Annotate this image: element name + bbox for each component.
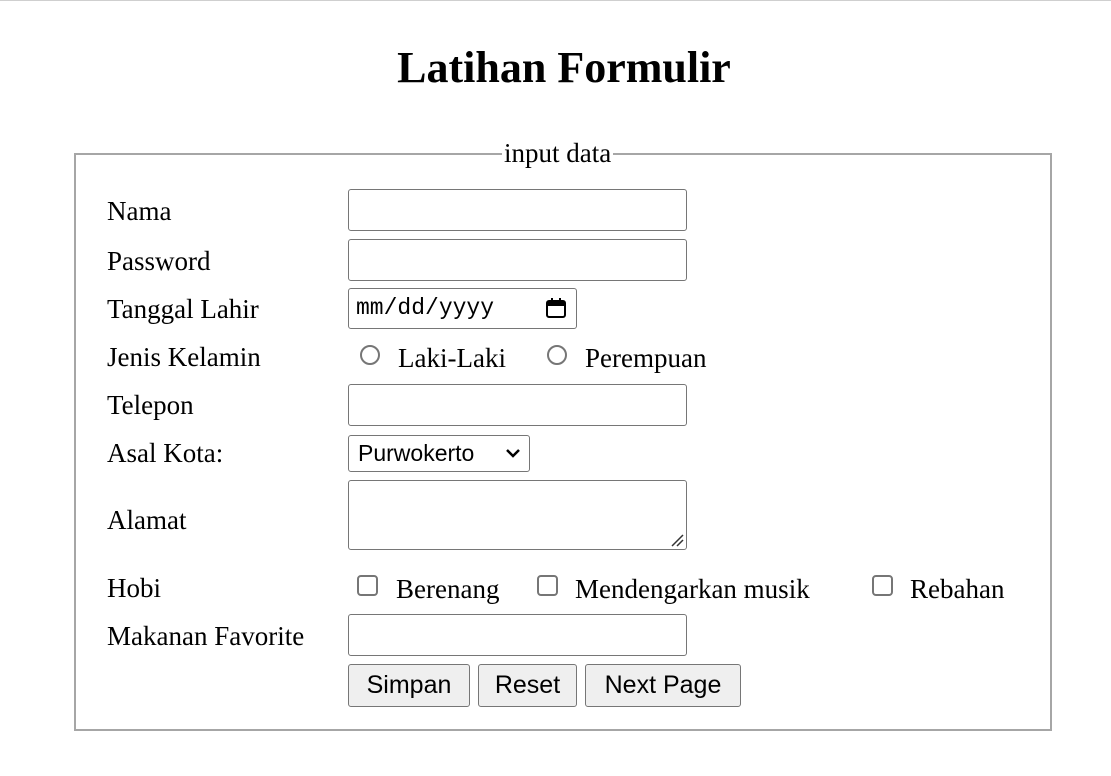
tanggal-lahir-label: Tanggal Lahir bbox=[107, 294, 259, 324]
date-placeholder: mm/dd/yyyy bbox=[356, 295, 495, 321]
page-title: Latihan Formulir bbox=[397, 43, 731, 92]
checkbox-mendengarkan-musik-label: Mendengarkan musik bbox=[575, 574, 810, 604]
alamat-textarea[interactable] bbox=[348, 480, 687, 550]
radio-laki-laki-label: Laki-Laki bbox=[398, 343, 506, 373]
checkbox-berenang-label: Berenang bbox=[396, 574, 500, 604]
nama-label: Nama bbox=[107, 196, 172, 226]
chevron-down-icon bbox=[506, 449, 520, 458]
telepon-label: Telepon bbox=[107, 390, 194, 420]
resize-grip-icon[interactable] bbox=[670, 533, 684, 547]
telepon-input[interactable] bbox=[348, 384, 687, 426]
jenis-kelamin-label: Jenis Kelamin bbox=[107, 342, 261, 372]
password-input[interactable] bbox=[348, 239, 687, 281]
next-page-button[interactable]: Next Page bbox=[585, 664, 741, 707]
checkbox-mendengarkan-musik[interactable] bbox=[537, 575, 558, 596]
makanan-favorite-input[interactable] bbox=[348, 614, 687, 656]
radio-perempuan-label: Perempuan bbox=[585, 343, 707, 373]
asal-kota-label: Asal Kota: bbox=[107, 438, 224, 468]
asal-kota-selected: Purwokerto bbox=[358, 440, 475, 466]
tanggal-lahir-input[interactable]: mm/dd/yyyy bbox=[348, 288, 577, 329]
radio-laki-laki[interactable] bbox=[360, 345, 380, 365]
makanan-favorite-label: Makanan Favorite bbox=[107, 621, 305, 651]
checkbox-rebahan-label: Rebahan bbox=[910, 574, 1005, 604]
hobi-label: Hobi bbox=[107, 573, 161, 603]
nama-input[interactable] bbox=[348, 189, 687, 231]
fieldset-legend: input data bbox=[502, 138, 614, 168]
alamat-label: Alamat bbox=[107, 505, 187, 535]
checkbox-rebahan[interactable] bbox=[872, 575, 893, 596]
top-divider bbox=[0, 0, 1111, 1]
calendar-icon[interactable] bbox=[545, 297, 567, 319]
simpan-button[interactable]: Simpan bbox=[348, 664, 470, 707]
radio-perempuan[interactable] bbox=[547, 345, 567, 365]
asal-kota-select[interactable]: Purwokerto bbox=[348, 435, 530, 472]
reset-button[interactable]: Reset bbox=[478, 664, 577, 707]
checkbox-berenang[interactable] bbox=[357, 575, 378, 596]
password-label: Password bbox=[107, 246, 211, 276]
